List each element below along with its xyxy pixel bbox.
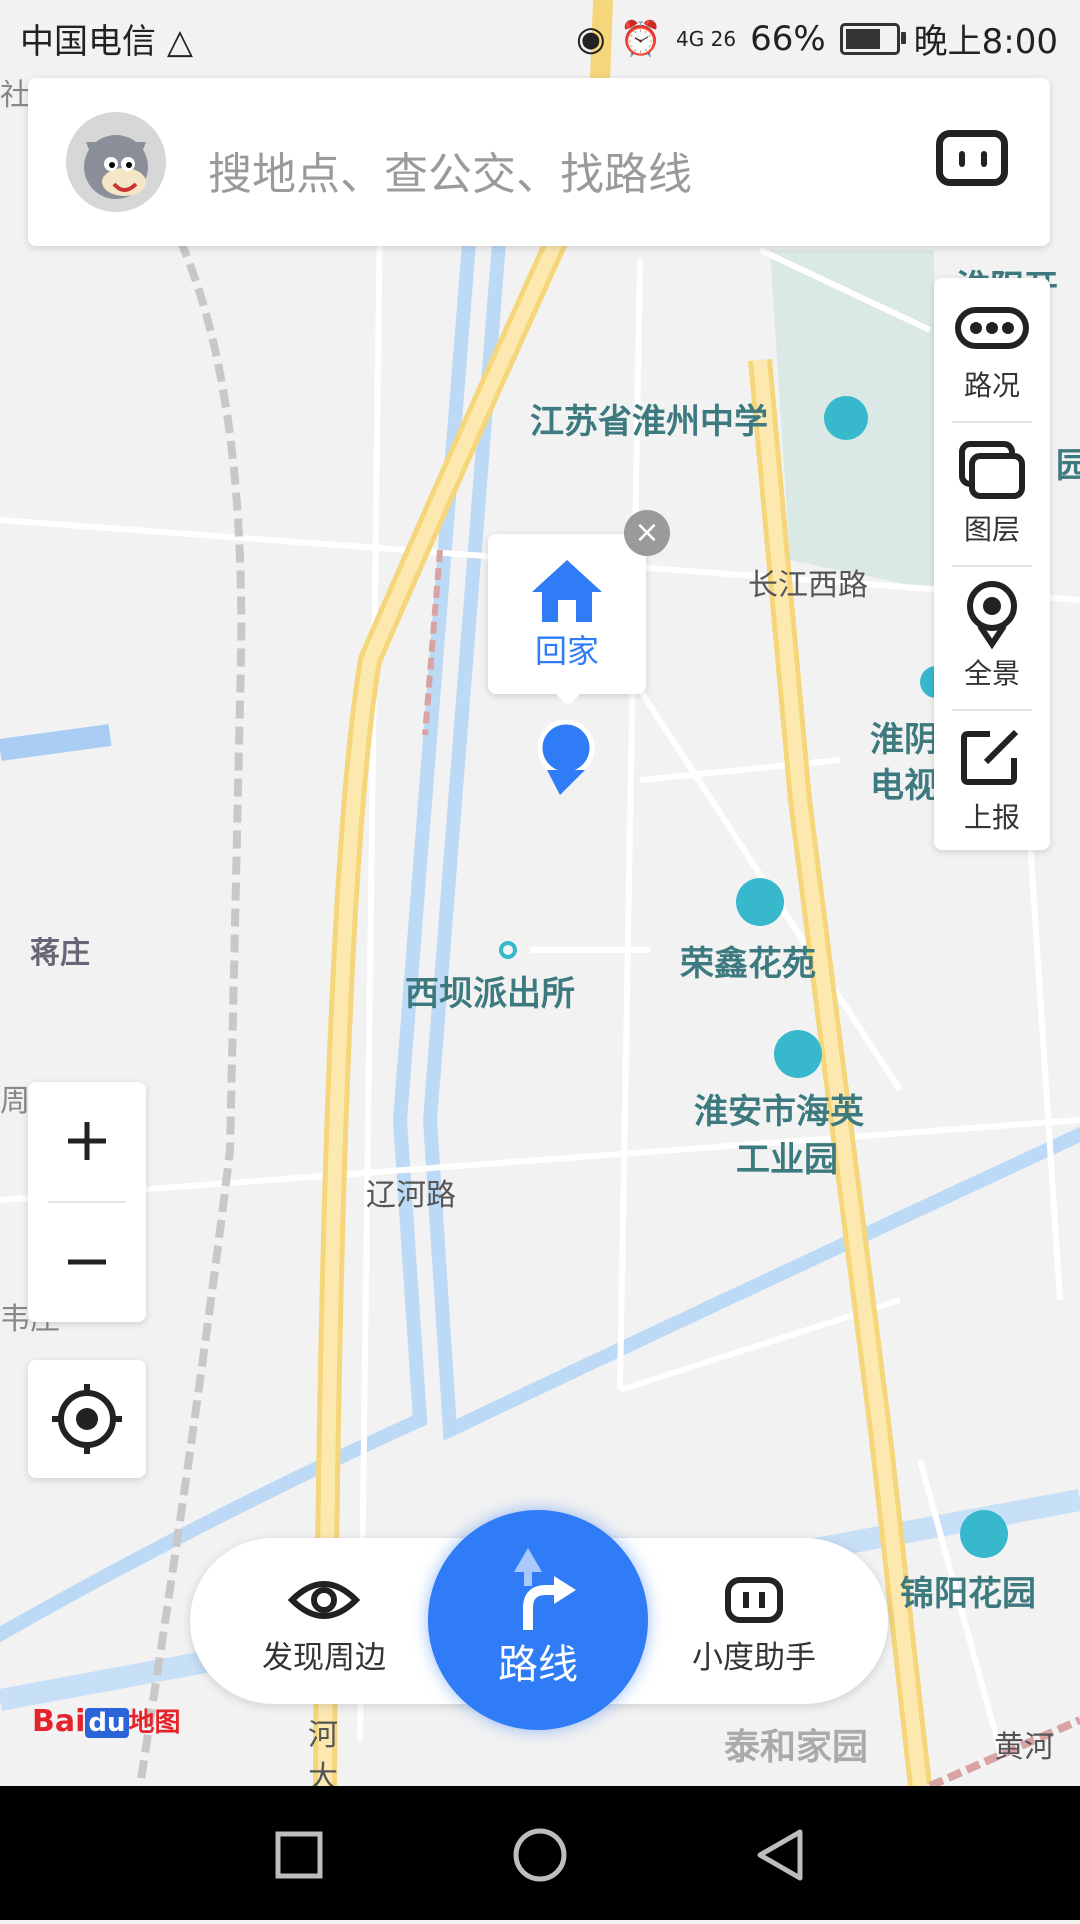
map-label-huaiyin[interactable]: 淮阴 [870,712,938,761]
locate-me-button[interactable] [28,1360,146,1478]
discover-nearby-label: 发现周边 [262,1640,386,1676]
zoom-controls [28,1082,146,1322]
panorama-icon [967,581,1017,650]
logo-bai: Bai [32,1704,86,1739]
panorama-label: 全景 [963,657,1020,690]
map-label-police[interactable]: 西坝派出所 [405,966,575,1015]
report-icon [961,729,1019,785]
layers-label: 图层 [963,513,1020,546]
road-label-changjiang: 长江西路 [748,568,868,603]
map-label-she: 社 [0,78,30,113]
discover-nearby-button[interactable]: 发现周边 [224,1538,424,1704]
traffic-button[interactable]: 路况 [934,278,1050,421]
alarm-clock-icon: ⏰ [619,18,663,59]
police-poi-icon [499,941,517,959]
map-label-school[interactable]: 江苏省淮州中学 [530,394,768,443]
school-poi-icon [824,396,868,440]
home-icon [532,560,602,622]
signal-network-label: 4G 26 [676,26,737,51]
current-location-dot [537,719,595,777]
route-button[interactable]: 路线 [428,1510,648,1730]
status-bar: 中国电信 △ ◉ ⏰ 4G 26 66% 晚上8:00 [0,0,1080,76]
baidu-map-logo: Bai du 地图 [32,1702,181,1739]
logo-map: 地图 [128,1708,181,1738]
map-label-rongxin[interactable]: 荣鑫花苑 [680,936,816,985]
route-label: 路线 [498,1642,578,1688]
road-label-he: 河 [308,1718,338,1753]
map-label-haiying-2[interactable]: 工业园 [736,1132,838,1181]
crosshair-locate-icon [52,1384,122,1454]
go-home-label: 回家 [534,632,599,670]
go-home-popup[interactable]: 回家 [488,534,646,706]
map-label-zhou: 周 [0,1084,30,1119]
map-tools-panel: 路况 图层 全景 上报 [934,278,1050,850]
panorama-button[interactable]: 全景 [934,566,1050,709]
road-label-huanghe: 黄河 [994,1730,1054,1765]
recent-apps-icon [275,1831,323,1879]
voice-assistant-icon[interactable] [936,130,1008,186]
layers-button[interactable]: 图层 [934,422,1050,565]
battery-percent: 66% [750,18,826,59]
road-label-da: 大 [308,1760,338,1786]
map-label-haiying-1[interactable]: 淮安市海英 [694,1084,864,1133]
xiaodu-assistant-label: 小度助手 [692,1640,816,1676]
home-circle-icon [513,1828,567,1882]
rongxin-poi-icon [736,878,784,926]
map-label-taihe: 泰和家园 [724,1727,869,1768]
status-right: ◉ ⏰ 4G 26 66% 晚上8:00 [576,14,1058,63]
system-navigation-bar [0,1786,1080,1920]
status-left: 中国电信 △ [20,14,193,63]
popup-close-button[interactable]: × [624,510,670,556]
vpn-shield-icon: △ [166,22,193,62]
haiying-poi-icon [774,1030,822,1078]
clock-time: 晚上8:00 [913,22,1058,62]
map-label-jiangzhuang: 蒋庄 [30,936,90,971]
report-button[interactable]: 上报 [934,710,1050,853]
user-avatar[interactable] [66,112,166,212]
map-label-yuan: 园 [1056,446,1080,486]
traffic-label: 路况 [963,369,1020,402]
road-label-liaohe: 辽河路 [366,1178,456,1213]
battery-icon [839,22,906,55]
logo-du: du [85,1708,129,1738]
canal-west [0,724,112,761]
traffic-icon [955,307,1029,349]
search-placeholder[interactable]: 搜地点、查公交、找路线 [208,138,692,202]
map-label-tv[interactable]: 电视 [870,758,938,807]
zoom-out-button[interactable] [28,1203,146,1321]
location-direction [547,770,585,795]
search-bar[interactable]: 搜地点、查公交、找路线 [28,78,1050,246]
carrier-label: 中国电信 [20,22,156,62]
layers-icon [959,441,1025,499]
map-label-jinyang[interactable]: 锦阳花园 [900,1566,1036,1615]
cartoon-cat-avatar-icon [84,135,148,199]
zoom-in-button[interactable] [28,1082,146,1200]
jinyang-poi-icon [960,1510,1008,1558]
minus-icon [68,1259,106,1265]
system-nav-icons [275,1828,803,1882]
report-label: 上报 [963,801,1020,834]
location-pin-icon: ◉ [576,18,606,59]
back-triangle-icon [757,1829,803,1881]
xiaodu-assistant-button[interactable]: 小度助手 [654,1538,854,1704]
plus-icon [68,1122,106,1160]
